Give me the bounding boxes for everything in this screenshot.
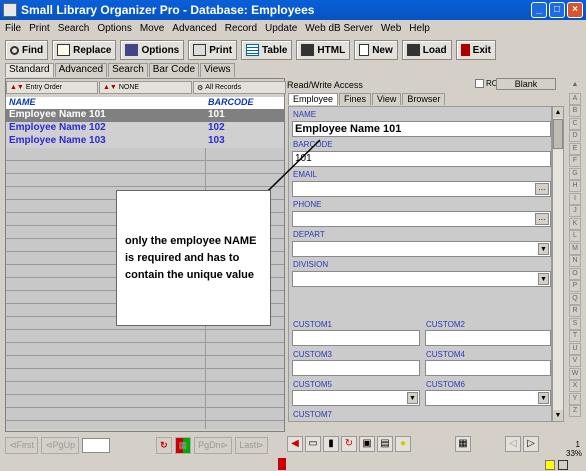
annotation-callout: only the employee NAME is required and h… <box>116 190 271 326</box>
callout-pointer <box>229 139 321 229</box>
app-window: Small Library Organizer Pro - Database: … <box>0 0 586 471</box>
